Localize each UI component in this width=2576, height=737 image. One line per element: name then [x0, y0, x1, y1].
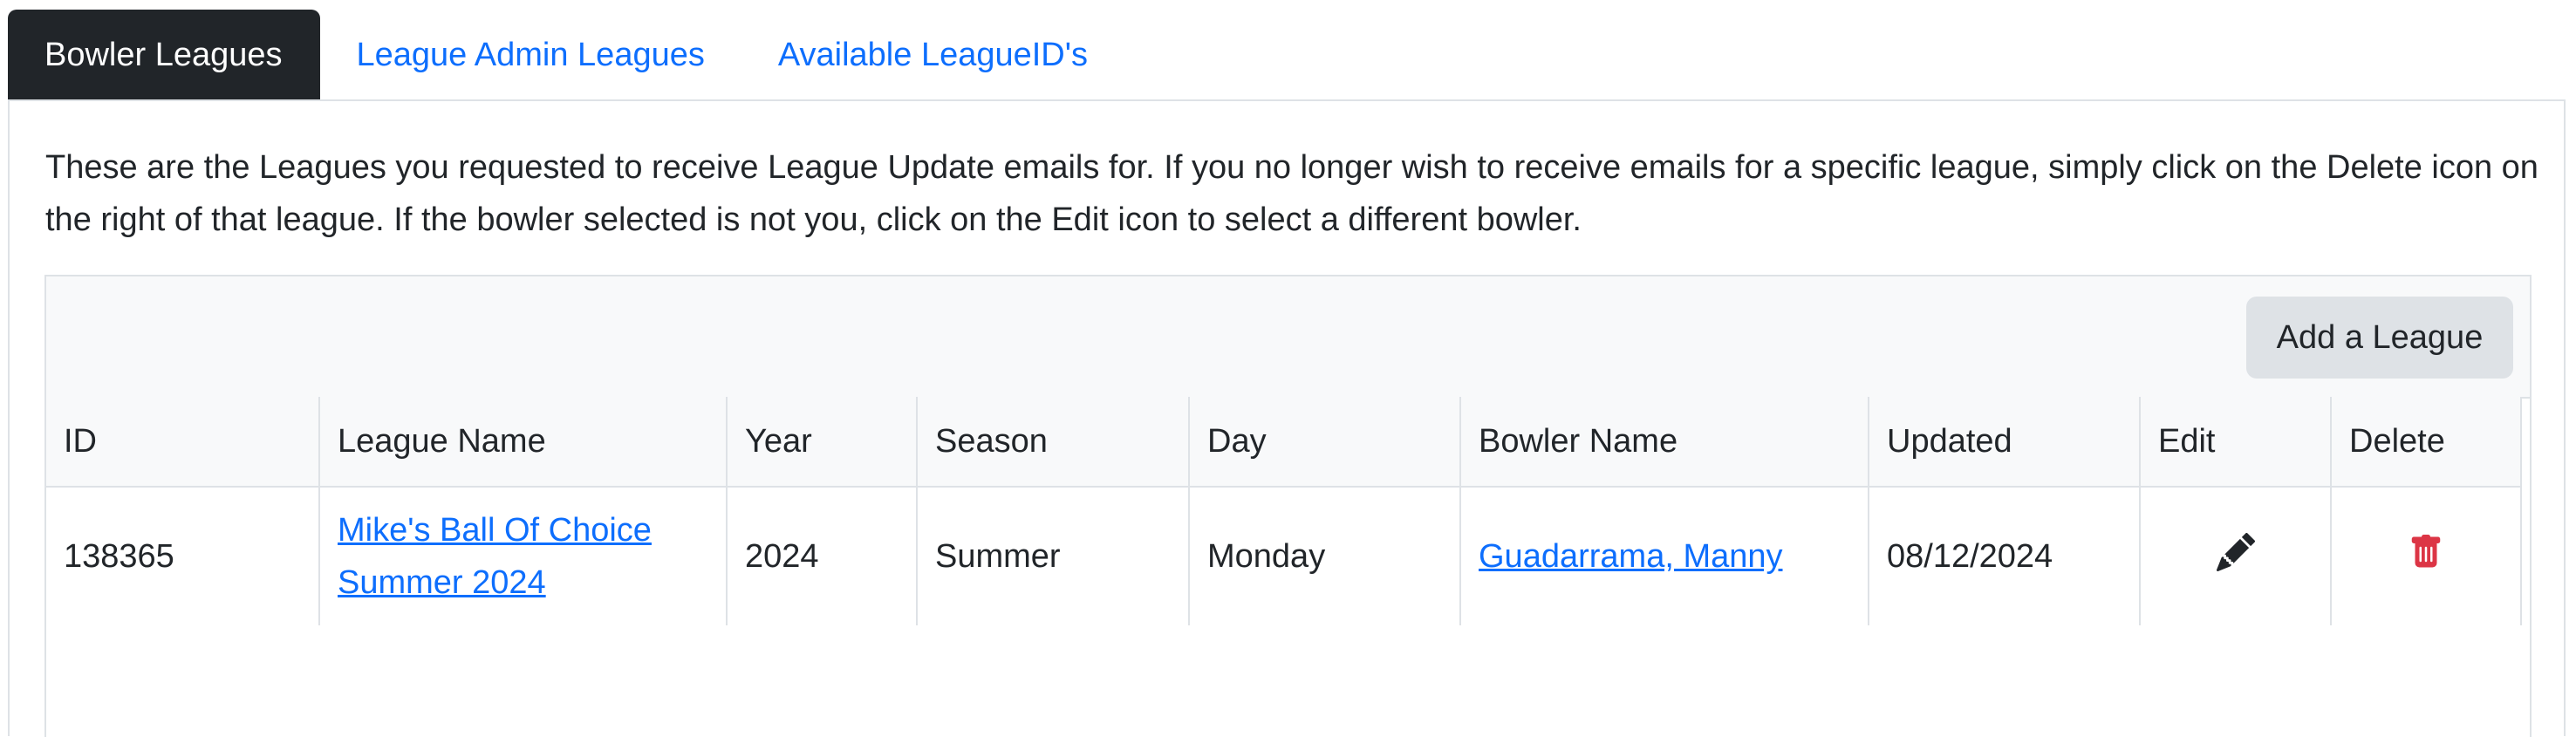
league-name-link[interactable]: Mike's Ball Of Choice Summer 2024: [338, 512, 652, 601]
card-toolbar: Add a League: [46, 276, 2530, 399]
cell-edit: [2140, 487, 2332, 625]
cell-season: Summer: [917, 487, 1190, 625]
leagues-table: ID League Name Year Season Day Bowler Na…: [46, 397, 2522, 625]
cell-bowler-name: Guadarrama, Manny: [1460, 487, 1869, 625]
cell-league-name: Mike's Ball Of Choice Summer 2024: [319, 487, 728, 625]
column-header-year[interactable]: Year: [727, 397, 918, 488]
column-header-season[interactable]: Season: [917, 397, 1190, 488]
column-header-day[interactable]: Day: [1189, 397, 1461, 488]
cell-year: 2024: [727, 487, 918, 625]
tab-available-leagueids[interactable]: Available LeagueID's: [741, 10, 1124, 100]
column-header-delete: Delete: [2331, 397, 2522, 488]
bowler-name-link[interactable]: Guadarrama, Manny: [1479, 538, 1783, 575]
table-header-row: ID League Name Year Season Day Bowler Na…: [46, 397, 2522, 488]
add-league-button[interactable]: Add a League: [2246, 297, 2513, 379]
tab-bowler-leagues[interactable]: Bowler Leagues: [8, 10, 320, 100]
table-row: 138365 Mike's Ball Of Choice Summer 2024…: [46, 487, 2522, 625]
column-header-id[interactable]: ID: [46, 397, 320, 488]
column-header-league-name[interactable]: League Name: [319, 397, 728, 488]
intro-text: These are the Leagues you requested to r…: [45, 149, 2538, 238]
column-header-edit: Edit: [2140, 397, 2332, 488]
pencil-icon[interactable]: [2216, 532, 2255, 580]
tab-league-admin-leagues[interactable]: League Admin Leagues: [320, 10, 741, 100]
cell-id: 138365: [46, 487, 320, 625]
cell-delete: [2331, 487, 2522, 625]
tab-bar: Bowler Leagues League Admin Leagues Avai…: [8, 10, 1124, 100]
column-header-bowler-name[interactable]: Bowler Name: [1460, 397, 1869, 488]
cell-day: Monday: [1189, 487, 1461, 625]
column-header-updated[interactable]: Updated: [1869, 397, 2141, 488]
leagues-card: Add a League ID League Name Year Season …: [44, 275, 2532, 737]
trash-icon[interactable]: [2409, 533, 2443, 580]
cell-updated: 08/12/2024: [1869, 487, 2141, 625]
